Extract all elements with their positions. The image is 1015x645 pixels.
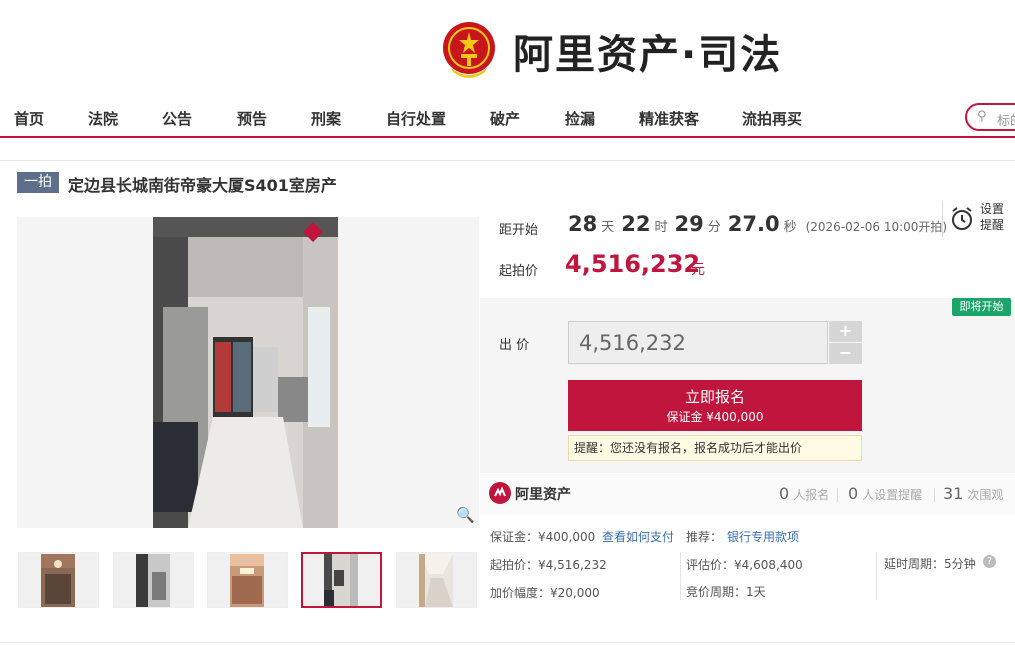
decrease-bid-button[interactable]: −	[829, 343, 862, 364]
help-icon[interactable]: ?	[983, 555, 996, 568]
search-input[interactable]: ⚲ 标的	[965, 103, 1015, 131]
thumbnail-image	[230, 554, 264, 607]
countdown-label: 距开始	[499, 223, 539, 238]
nav-item-announcement[interactable]: 公告	[162, 108, 192, 129]
countdown-hours: 22	[621, 212, 651, 236]
view-count: 31 次围观	[943, 484, 1003, 503]
site-logo[interactable]: 阿里资产·司法	[441, 18, 782, 84]
view-count-label: 次围观	[967, 488, 1004, 502]
countdown-seconds-unit: 秒	[783, 220, 797, 235]
thumbnail[interactable]	[18, 552, 99, 608]
countdown-minutes-unit: 分	[707, 220, 721, 235]
nav-item-self-disposal[interactable]: 自行处置	[386, 108, 446, 129]
property-photo	[153, 217, 338, 528]
thumbnail-image	[419, 554, 453, 607]
search-placeholder: 标的	[997, 114, 1015, 129]
signup-tip: 提醒：您还没有报名，报名成功后才能出价	[568, 435, 862, 461]
ali-asset-logo-icon	[489, 482, 511, 504]
appraisal-price-info: 评估价：¥4,608,400	[686, 558, 803, 572]
countdown-days: 28	[568, 212, 598, 236]
nav-item-rebuy[interactable]: 流拍再买	[742, 108, 802, 129]
nav-item-precise-customer[interactable]: 精准获客	[639, 108, 699, 129]
thumbnail-image	[41, 554, 75, 607]
signup-count: 0 人报名	[779, 484, 829, 503]
zoom-icon[interactable]: 🔍	[456, 506, 475, 524]
court-emblem-icon	[443, 22, 495, 78]
site-title: 阿里资产·司法	[513, 32, 783, 78]
reminder-count-value: 0	[848, 484, 859, 503]
countdown-hours-unit: 时	[654, 220, 668, 235]
how-to-pay-link[interactable]: 查看如何支付	[602, 528, 674, 545]
status-badge: 即将开始	[952, 298, 1011, 316]
main-image-viewer[interactable]: 🔍	[17, 217, 479, 528]
search-icon: ⚲	[977, 109, 987, 124]
nav-item-court[interactable]: 法院	[88, 108, 118, 129]
start-price-label: 起拍价	[499, 264, 539, 279]
bank-payment-link[interactable]: 银行专用款项	[727, 528, 799, 545]
page-title: 定边县长城南街帝豪大厦S401室房产	[68, 176, 337, 195]
signup-label: 立即报名	[684, 388, 745, 406]
signup-count-value: 0	[779, 484, 790, 503]
alarm-clock-icon	[952, 207, 972, 230]
divider	[680, 552, 681, 600]
nav-item-bankruptcy[interactable]: 破产	[490, 108, 520, 129]
start-price-unit: 元	[691, 262, 705, 278]
recommend-label: 推荐：	[686, 530, 723, 544]
increase-bid-button[interactable]: +	[829, 321, 862, 342]
countdown-days-unit: 天	[601, 220, 615, 235]
bid-label: 出 价	[499, 338, 530, 353]
deposit-label: 保证金 ¥400,000	[666, 410, 764, 424]
view-count-value: 31	[943, 484, 964, 503]
thumbnail[interactable]	[207, 552, 288, 608]
set-reminder-label: 设置提醒	[980, 202, 1005, 232]
divider	[876, 552, 877, 600]
signup-button[interactable]: 立即报名 保证金 ¥400,000	[568, 380, 862, 431]
start-price-info: 起拍价：¥4,516,232	[490, 558, 607, 572]
auction-round-tag: 一拍	[17, 172, 59, 193]
reminder-count: 0 人设置提醒	[848, 484, 922, 503]
set-reminder-button[interactable]: 设置提醒	[942, 201, 1012, 237]
increment-info: 加价幅度：¥20,000	[490, 586, 600, 600]
main-nav: 首页 法院 公告 预告 刑案 自行处置 破产 捡漏 精准获客 流拍再买	[0, 96, 1015, 138]
nav-item-preview[interactable]: 预告	[237, 108, 267, 129]
bid-amount-input[interactable]: 4,516,232	[568, 321, 828, 364]
bid-period-info: 竞价周期：1天	[686, 585, 766, 599]
countdown-minutes: 29	[674, 212, 704, 236]
thumbnail-image	[324, 554, 358, 606]
divider	[0, 642, 1015, 643]
nav-item-home[interactable]: 首页	[14, 108, 44, 129]
signup-count-label: 人报名	[793, 488, 830, 502]
divider	[934, 488, 935, 502]
nav-item-criminal[interactable]: 刑案	[311, 108, 341, 129]
divider	[837, 488, 838, 502]
reminder-count-label: 人设置提醒	[862, 488, 923, 502]
thumbnail[interactable]	[113, 552, 194, 608]
auction-start-time: (2026-02-06 10:00开拍)	[805, 220, 948, 234]
countdown-timer: 28 天 22 时 29 分 27.0 秒 (2026-02-06 10:00开…	[568, 212, 947, 236]
ali-asset-brand: 阿里资产	[515, 487, 571, 503]
nav-item-bargain[interactable]: 捡漏	[565, 108, 595, 129]
divider	[0, 160, 1015, 161]
delay-period-info: 延时周期：5分钟	[884, 557, 976, 571]
thumbnail[interactable]	[396, 552, 477, 608]
thumbnail-image	[136, 554, 170, 607]
countdown-seconds: 27.0	[727, 212, 780, 236]
start-price-value: 4,516,232	[565, 250, 701, 278]
deposit-info: 保证金：¥400,000	[490, 530, 596, 544]
thumbnail-active[interactable]	[301, 552, 382, 608]
